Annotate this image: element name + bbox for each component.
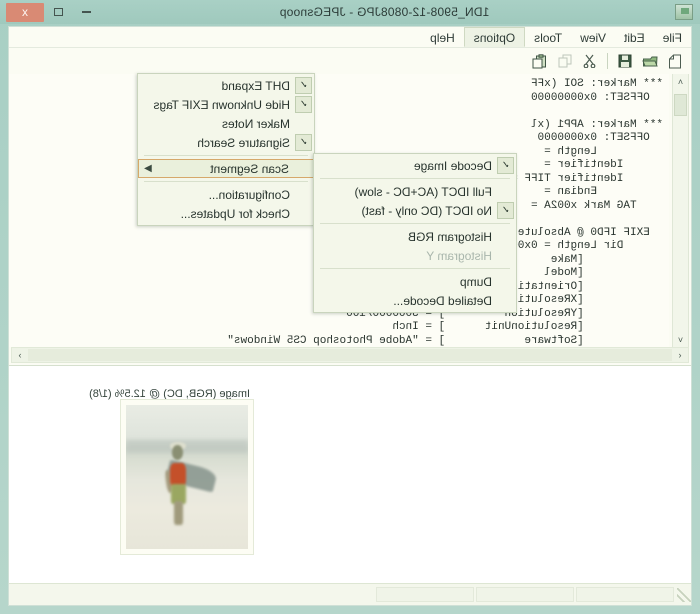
menu-separator-1 xyxy=(144,155,308,156)
toolbar-separator-1 xyxy=(607,53,608,69)
status-pane-3 xyxy=(576,587,674,602)
jpegsnoop-window: 1DN_5908-12-0808JPG - JPEGsnoop x File E… xyxy=(0,0,700,614)
submenu-item-decode-image[interactable]: ✓ Decode Image xyxy=(314,156,516,175)
menu-options[interactable]: Options xyxy=(463,27,526,47)
scroll-right-arrow-icon[interactable]: › xyxy=(12,348,28,362)
check-icon: ✓ xyxy=(497,202,514,219)
submenu-item-full-idct[interactable]: Full IDCT (AC+DC - slow) xyxy=(314,182,516,201)
copy-icon xyxy=(558,54,572,68)
menu-item-label: Check for Updates... xyxy=(180,206,290,221)
beach-photo xyxy=(126,405,248,549)
scan-segment-submenu: ✓ Decode Image Full IDCT (AC+DC - slow) … xyxy=(313,153,517,313)
photo-sea xyxy=(126,439,248,453)
check-icon: ✓ xyxy=(295,134,312,151)
options-dropdown-menu: ✓ DHT Expand ✓ Hide Unknown EXIF Tags Ma… xyxy=(137,73,315,226)
submenu-item-detailed-decode[interactable]: Detailed Decode... xyxy=(314,291,516,310)
scroll-down-arrow-icon[interactable]: ˅ xyxy=(673,332,688,347)
scroll-up-arrow-icon[interactable]: ˄ xyxy=(673,74,688,89)
menu-item-dht-expand[interactable]: ✓ DHT Expand xyxy=(138,76,314,95)
menu-help[interactable]: Help xyxy=(421,27,464,47)
minimize-icon xyxy=(82,11,92,13)
submenu-item-histogram-y: Histogram Y xyxy=(314,246,516,265)
vertical-scroll-thumb[interactable] xyxy=(674,94,687,116)
status-pane-2 xyxy=(476,587,574,602)
save-floppy-icon xyxy=(619,54,632,68)
submenu-arrow-icon: ▶ xyxy=(144,163,152,174)
maximize-button[interactable] xyxy=(46,4,72,21)
menu-item-label: Maker Notes xyxy=(221,116,290,131)
menu-tools[interactable]: Tools xyxy=(525,27,571,47)
app-icon xyxy=(675,4,693,20)
menu-item-label: Configuration... xyxy=(208,187,290,202)
submenu-separator-3 xyxy=(320,268,510,269)
open-folder-icon xyxy=(642,56,659,67)
menu-item-signature-search[interactable]: ✓ Signature Search xyxy=(138,133,314,152)
menu-item-label: Detailed Decode... xyxy=(393,293,492,308)
menu-separator-2 xyxy=(144,181,308,182)
menu-item-label: Hide Unknown EXIF Tags xyxy=(153,97,290,112)
new-document-button[interactable] xyxy=(664,50,687,72)
open-folder-button[interactable] xyxy=(639,50,662,72)
menu-bar: File Edit View Tools Options Help xyxy=(9,27,691,48)
menu-item-scan-segment[interactable]: Scan Segment ▶ xyxy=(138,159,314,178)
title-bar: 1DN_5908-12-0808JPG - JPEGsnoop x xyxy=(0,0,700,24)
check-icon: ✓ xyxy=(497,157,514,174)
menu-view[interactable]: View xyxy=(571,27,615,47)
resize-grip-icon[interactable] xyxy=(677,587,691,602)
menu-item-check-for-updates[interactable]: Check for Updates... xyxy=(138,204,314,223)
menu-item-hide-unknown-exif-tags[interactable]: ✓ Hide Unknown EXIF Tags xyxy=(138,95,314,114)
window-title: 1DN_5908-12-0808JPG - JPEGsnoop xyxy=(279,5,490,19)
horizontal-scroll-track[interactable] xyxy=(28,349,672,361)
menu-file[interactable]: File xyxy=(654,27,691,47)
mirrored-screen: 1DN_5908-12-0808JPG - JPEGsnoop x File E… xyxy=(0,0,700,614)
menu-item-label: Full IDCT (AC+DC - slow) xyxy=(354,184,492,199)
menu-item-maker-notes[interactable]: Maker Notes xyxy=(138,114,314,133)
minimize-button[interactable] xyxy=(74,4,100,21)
menu-item-configuration[interactable]: Configuration... xyxy=(138,185,314,204)
report-horizontal-scrollbar[interactable]: ‹ › xyxy=(11,347,689,363)
menu-item-label: Histogram Y xyxy=(426,248,492,263)
menu-item-label: Histogram RGB xyxy=(407,229,492,244)
submenu-separator-2 xyxy=(320,223,510,224)
menu-item-label: DHT Expand xyxy=(221,78,290,93)
new-document-icon xyxy=(669,54,682,68)
cut-button[interactable] xyxy=(578,50,601,72)
menu-item-label: Signature Search xyxy=(197,135,290,150)
check-icon: ✓ xyxy=(295,77,312,94)
report-vertical-scrollbar[interactable]: ˄ ˅ xyxy=(672,74,689,347)
save-button[interactable] xyxy=(614,50,637,72)
photo-frame xyxy=(120,399,254,555)
submenu-item-no-idct[interactable]: ✓ No IDCT (DC only - fast) xyxy=(314,201,516,220)
cut-scissors-icon xyxy=(583,54,596,68)
menu-item-label: No IDCT (DC only - fast) xyxy=(361,203,492,218)
status-bar xyxy=(9,583,691,605)
copy-button[interactable] xyxy=(553,50,576,72)
photo-legs xyxy=(173,501,184,525)
menu-item-label: Decode Image xyxy=(413,158,492,173)
status-pane-main xyxy=(10,587,374,602)
maximize-icon xyxy=(54,8,64,16)
paste-icon xyxy=(532,53,546,68)
submenu-item-dump[interactable]: Dump xyxy=(314,272,516,291)
client-area: File Edit View Tools Options Help *** Ma… xyxy=(8,26,692,606)
paste-button[interactable] xyxy=(528,50,551,72)
check-icon: ✓ xyxy=(295,96,312,113)
menu-item-label: Scan Segment xyxy=(210,161,289,176)
menu-edit[interactable]: Edit xyxy=(615,27,654,47)
submenu-separator-1 xyxy=(320,178,510,179)
close-button[interactable]: x xyxy=(6,2,44,22)
image-pane: Image (RGB, DC) @ 12.5% (1/8) xyxy=(9,365,691,583)
submenu-item-histogram-rgb[interactable]: Histogram RGB xyxy=(314,227,516,246)
photo-head xyxy=(172,445,184,460)
window-controls: x xyxy=(0,2,100,22)
status-pane-1 xyxy=(376,587,474,602)
scroll-left-arrow-icon[interactable]: ‹ xyxy=(672,348,688,362)
menu-item-label: Dump xyxy=(459,274,492,289)
toolbar xyxy=(9,48,691,75)
